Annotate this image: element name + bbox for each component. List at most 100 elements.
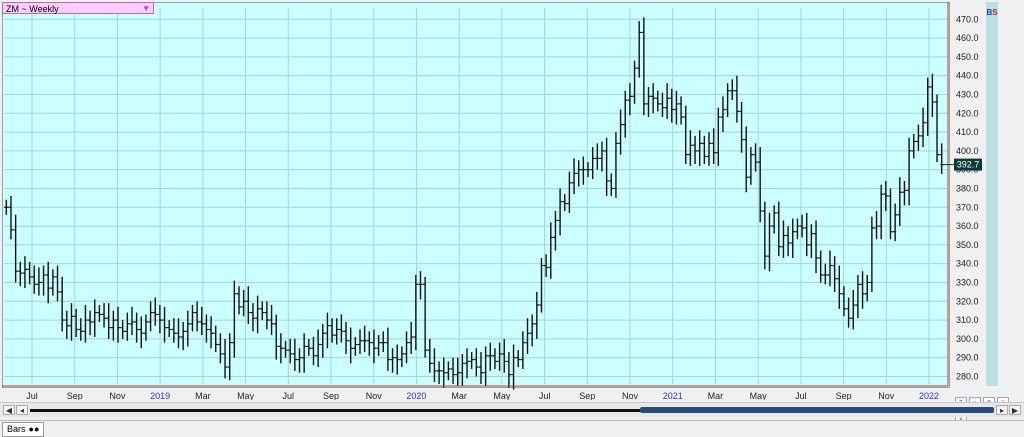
ohlc-bar (92, 299, 97, 337)
ohlc-bar (837, 265, 842, 309)
x-tick-label: Nov (622, 391, 639, 400)
ohlc-bar (650, 83, 656, 114)
ohlc-bar (804, 212, 809, 257)
ohlc-bar (627, 83, 633, 116)
y-tick-label: 400.0 (956, 146, 979, 156)
ohlc-bar (120, 320, 125, 339)
ohlc-bar (744, 126, 749, 193)
ohlc-bar (222, 338, 228, 379)
ohlc-bar (143, 314, 149, 341)
ohlc-bar (585, 162, 591, 178)
ohlc-bar (250, 303, 256, 332)
x-tick-label: 2022 (919, 391, 939, 400)
sell-badge: S (992, 8, 998, 17)
ohlc-bar (795, 218, 800, 240)
ohlc-bar (516, 350, 521, 368)
ohlc-bar (916, 124, 921, 151)
ohlc-bar (190, 305, 195, 332)
chevron-down-icon[interactable]: ▼ (142, 3, 150, 15)
ohlc-bar (692, 135, 698, 165)
ohlc-bar (902, 180, 907, 206)
x-tick-label: Nov (878, 391, 895, 400)
y-tick-label: 360.0 (956, 221, 979, 231)
ohlc-bar (716, 107, 721, 166)
ohlc-bar (408, 321, 414, 354)
ohlc-bar (55, 265, 60, 302)
ohlc-bar (748, 147, 754, 185)
ohlc-bar (399, 346, 405, 368)
ohlc-bar (395, 344, 400, 375)
ohlc-bar (111, 310, 116, 341)
ohlc-bar (227, 333, 232, 381)
ohlc-bar (539, 258, 544, 313)
ohlc-bar (492, 348, 498, 369)
price-axis: 280.0 290.0 300.0 310.0 320.0 330.0 340.0 350.0… (940, 2, 982, 386)
ohlc-bar (771, 205, 777, 234)
bars-tab[interactable]: Bars ●● (2, 422, 45, 437)
ohlc-bar (176, 318, 181, 349)
ohlc-bar (274, 314, 279, 360)
ohlc-bar (139, 316, 144, 349)
ohlc-bar (246, 286, 251, 324)
ohlc-bar (483, 346, 488, 386)
ohlc-bar (762, 201, 768, 270)
ohlc-bar (874, 211, 879, 240)
scroll-left-button[interactable]: ◀ (3, 405, 15, 415)
ohlc-bar (36, 267, 42, 296)
y-tick-label: 460.0 (956, 33, 979, 43)
bottom-tab-bar: Bars ●● (0, 420, 1024, 437)
ohlc-bar (311, 337, 316, 366)
ohlc-bar (511, 344, 516, 390)
ohlc-bar (218, 333, 223, 364)
ohlc-bar (674, 90, 679, 125)
time-scrollbar[interactable]: ◀ ◂ ▸ ▶ (0, 402, 1024, 417)
ohlc-bar (83, 305, 88, 343)
scroll-right-button[interactable]: ▶ (1009, 405, 1021, 415)
ohlc-bar (4, 199, 9, 215)
ohlc-bar (846, 297, 851, 328)
ohlc-bar (371, 329, 377, 364)
ohlc-bar (101, 303, 107, 328)
ohlc-bar (478, 352, 484, 384)
ohlc-bar (8, 196, 14, 240)
y-tick-label: 450.0 (956, 52, 979, 62)
ohlc-bar (469, 352, 474, 369)
x-tick-label: 2020 (406, 391, 426, 400)
ohlc-bar (609, 173, 614, 196)
ohlc-bar (278, 333, 284, 364)
ohlc-bar (376, 335, 381, 356)
ohlc-bar (232, 280, 237, 358)
page-right-button[interactable]: ▸ (996, 405, 1008, 415)
ohlc-bar (260, 301, 265, 321)
ohlc-bar (767, 212, 772, 272)
ohlc-bar (315, 329, 321, 368)
ticker-selector[interactable]: ZM ~ Weekly ▼ (2, 2, 154, 14)
ohlc-bar (418, 271, 423, 300)
ohlc-bar (180, 321, 186, 351)
page-left-button[interactable]: ◂ (16, 405, 28, 415)
ohlc-bar (427, 338, 432, 373)
ohlc-bar (87, 310, 93, 336)
ohlc-bar (385, 327, 391, 371)
buy-sell-badge[interactable]: BS (986, 8, 998, 18)
ohlc-bar (264, 301, 270, 330)
ohlc-bar (809, 224, 814, 259)
x-tick-label: Jul (26, 391, 38, 400)
x-tick-label: May (237, 391, 255, 400)
scroll-thumb[interactable] (640, 407, 994, 413)
ohlc-bar (753, 143, 758, 172)
ohlc-bar (441, 357, 446, 388)
ohlc-bar (134, 312, 139, 343)
x-tick-label: May (750, 391, 768, 400)
ohlc-bar (706, 132, 712, 166)
ohlc-bar (813, 220, 819, 274)
x-tick-label: Nov (109, 391, 126, 400)
ohlc-bar (106, 303, 111, 339)
ohlc-bar (320, 323, 325, 358)
ohlc-bar (404, 331, 409, 364)
ohlc-bar (697, 130, 702, 166)
ohlc-bar (334, 318, 339, 345)
y-tick-label: 420.0 (956, 108, 979, 118)
ohlc-bar (367, 331, 372, 356)
ohlc-bar (623, 90, 628, 138)
